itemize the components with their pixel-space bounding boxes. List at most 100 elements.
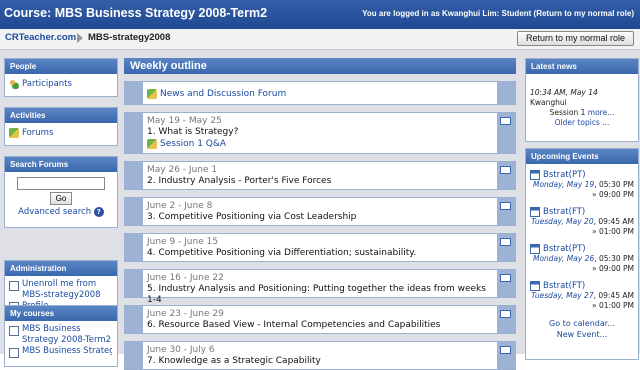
week-title: 7. Knowledge as a Strategic Capability xyxy=(147,356,321,366)
news-more-link[interactable]: more... xyxy=(588,108,615,117)
upcoming-events-block: Upcoming Events Bstrat(PT) Monday, May 1… xyxy=(525,148,639,360)
breadcrumb-separator-icon xyxy=(77,33,83,43)
unenroll-link[interactable]: Unenroll me from MBS-strategy2008 xyxy=(9,279,113,301)
new-event-link[interactable]: New Event... xyxy=(530,329,634,340)
news-item: Session 1 more... xyxy=(549,108,615,117)
highlight-icon[interactable] xyxy=(500,166,511,174)
calendar-icon xyxy=(530,170,540,180)
week-section: May 19 - May 25 1. What is Strategy? Ses… xyxy=(124,112,516,154)
week-dates: June 23 - June 29 xyxy=(147,309,224,319)
week-title: 5. Industry Analysis and Positioning: Pu… xyxy=(147,284,486,305)
breadcrumb-home[interactable]: CRTeacher.com xyxy=(5,32,76,43)
event-end: » 01:00 PM xyxy=(592,227,634,236)
course-header: Course: MBS Business Strategy 2008-Term2… xyxy=(0,0,640,29)
event-name[interactable]: Bstrat(PT) xyxy=(543,244,586,254)
event-date[interactable]: Tuesday, May 20 xyxy=(531,217,594,226)
event-start: 09:45 AM xyxy=(598,217,634,226)
forums-link[interactable]: Forums xyxy=(9,126,113,139)
week-section: June 2 - June 8 3. Competitive Positioni… xyxy=(124,197,516,226)
help-icon[interactable]: ? xyxy=(93,207,104,217)
course-link[interactable]: MBS Business Strategy 2008-Term2 xyxy=(9,324,113,346)
week-section: June 23 - June 29 6. Resource Based View… xyxy=(124,305,516,334)
breadcrumb-current: MBS-strategy2008 xyxy=(88,32,171,43)
block-title: Search Forums xyxy=(5,157,117,172)
block-title: People xyxy=(5,59,117,74)
event-end: » 09:00 PM xyxy=(592,190,634,199)
week-dates: May 19 - May 25 xyxy=(147,116,222,126)
event-start: 05:30 PM xyxy=(599,254,634,263)
week-dates: June 16 - June 22 xyxy=(147,273,224,283)
participants-link[interactable]: Participants xyxy=(9,77,113,90)
forum-icon xyxy=(147,139,157,149)
week-section: June 16 - June 22 5. Industry Analysis a… xyxy=(124,269,516,305)
week-title: 1. What is Strategy? xyxy=(147,127,239,137)
course-link[interactable]: MBS Business Strategy xyxy=(9,346,113,358)
week-dates: June 2 - June 8 xyxy=(147,201,213,211)
return-normal-role-button[interactable]: Return to my normal role xyxy=(516,31,634,46)
forum-icon xyxy=(9,127,19,138)
block-title: Latest news xyxy=(526,59,638,74)
event-item: Bstrat(FT) Tuesday, May 20, 09:45 AM » 0… xyxy=(530,207,634,236)
search-go-button[interactable]: Go xyxy=(49,192,73,205)
event-date[interactable]: Tuesday, May 27 xyxy=(531,291,594,300)
latest-news-block: Latest news 10:34 AM, May 14 Kwanghui Se… xyxy=(525,58,639,142)
highlight-icon[interactable] xyxy=(500,346,511,354)
week-title: 2. Industry Analysis - Porter's Five For… xyxy=(147,176,332,186)
go-to-calendar-link[interactable]: Go to calendar... xyxy=(530,318,634,329)
session-qa-link[interactable]: Session 1 Q&A xyxy=(147,138,493,150)
course-content: Weekly outline News and Discussion Forum… xyxy=(124,58,516,370)
week-section: June 9 - June 15 4. Competitive Position… xyxy=(124,233,516,262)
calendar-icon xyxy=(530,207,540,217)
course-icon xyxy=(9,348,19,358)
block-title: Administration xyxy=(5,261,117,276)
week-title: 3. Competitive Positioning via Cost Lead… xyxy=(147,212,357,222)
week-title: 4. Competitive Positioning via Different… xyxy=(147,248,417,258)
calendar-icon xyxy=(530,281,540,291)
login-info: You are logged in as Kwanghui Lim: Stude… xyxy=(362,9,634,18)
highlight-icon[interactable] xyxy=(500,274,511,282)
people-icon xyxy=(9,78,19,89)
my-courses-block: My courses MBS Business Strategy 2008-Te… xyxy=(4,305,118,367)
course-icon xyxy=(9,326,19,336)
highlight-icon[interactable] xyxy=(500,238,511,246)
calendar-icon xyxy=(530,244,540,254)
event-end: » 09:00 PM xyxy=(592,264,634,273)
week-section: May 26 - June 1 2. Industry Analysis - P… xyxy=(124,161,516,190)
block-title: Upcoming Events xyxy=(526,149,638,164)
event-start: 05:30 PM xyxy=(599,180,634,189)
section-0: News and Discussion Forum xyxy=(124,81,516,105)
event-name[interactable]: Bstrat(FT) xyxy=(543,207,585,217)
forum-icon xyxy=(147,88,157,99)
advanced-search-link[interactable]: Advanced search xyxy=(18,207,91,217)
activities-block: Activities Forums xyxy=(4,107,118,146)
event-start: 09:45 AM xyxy=(598,291,634,300)
week-dates: June 30 - July 6 xyxy=(147,345,215,355)
unenroll-icon xyxy=(9,281,19,291)
block-title: Activities xyxy=(5,108,117,123)
news-time: 10:34 AM, May 14 xyxy=(530,88,598,97)
week-dates: May 26 - June 1 xyxy=(147,165,218,175)
weekly-outline-title: Weekly outline xyxy=(124,58,516,74)
search-input[interactable] xyxy=(17,177,105,190)
administration-block: Administration Unenroll me from MBS-stra… xyxy=(4,260,118,312)
highlight-icon[interactable] xyxy=(500,202,511,210)
navbar: CRTeacher.com MBS-strategy2008 Return to… xyxy=(0,29,640,50)
event-date[interactable]: Monday, May 26 xyxy=(533,254,594,263)
event-end: » 01:00 PM xyxy=(592,301,634,310)
event-name[interactable]: Bstrat(PT) xyxy=(543,170,586,180)
week-dates: June 9 - June 15 xyxy=(147,237,219,247)
event-name[interactable]: Bstrat(FT) xyxy=(543,281,585,291)
older-topics-link[interactable]: Older topics ... xyxy=(555,118,610,127)
highlight-icon[interactable] xyxy=(500,310,511,318)
event-date[interactable]: Monday, May 19 xyxy=(533,180,594,189)
return-normal-role-link[interactable]: Return to my normal role xyxy=(536,9,631,18)
week-section: June 30 - July 6 7. Knowledge as a Strat… xyxy=(124,341,516,370)
highlight-icon[interactable] xyxy=(500,117,511,125)
week-title: 6. Resource Based View - Internal Compet… xyxy=(147,320,441,330)
people-block: People Participants xyxy=(4,58,118,97)
event-item: Bstrat(PT) Monday, May 19, 05:30 PM » 09… xyxy=(530,170,634,200)
search-forums-block: Search Forums Go Advanced search ? xyxy=(4,156,118,228)
event-item: Bstrat(FT) Tuesday, May 27, 09:45 AM » 0… xyxy=(530,281,634,310)
news-forum-link[interactable]: News and Discussion Forum xyxy=(147,87,493,100)
page-body: People Participants Activities Forums Se… xyxy=(0,50,640,370)
